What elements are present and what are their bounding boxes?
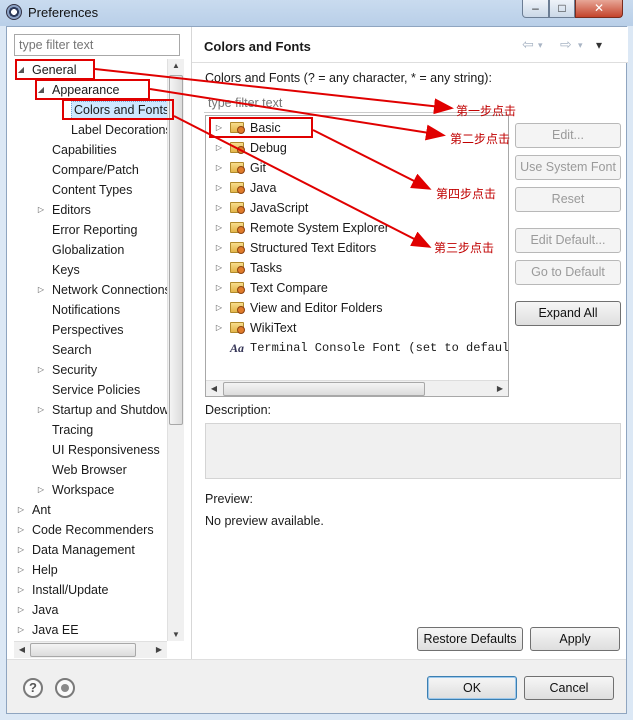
annotation-arrow-1 xyxy=(94,68,454,115)
annotation-arrow-4 xyxy=(312,129,432,190)
annotation-step2: 第二步点击 xyxy=(450,132,511,146)
annotation-arrow-2 xyxy=(149,88,446,141)
annotation-arrows xyxy=(94,68,454,248)
annotation-step1: 第一步点击 xyxy=(456,104,517,118)
annotation-arrow-3 xyxy=(173,115,432,248)
annotation-step3: 第三步点击 xyxy=(434,241,495,255)
annotation-step4: 第四步点击 xyxy=(436,187,497,201)
